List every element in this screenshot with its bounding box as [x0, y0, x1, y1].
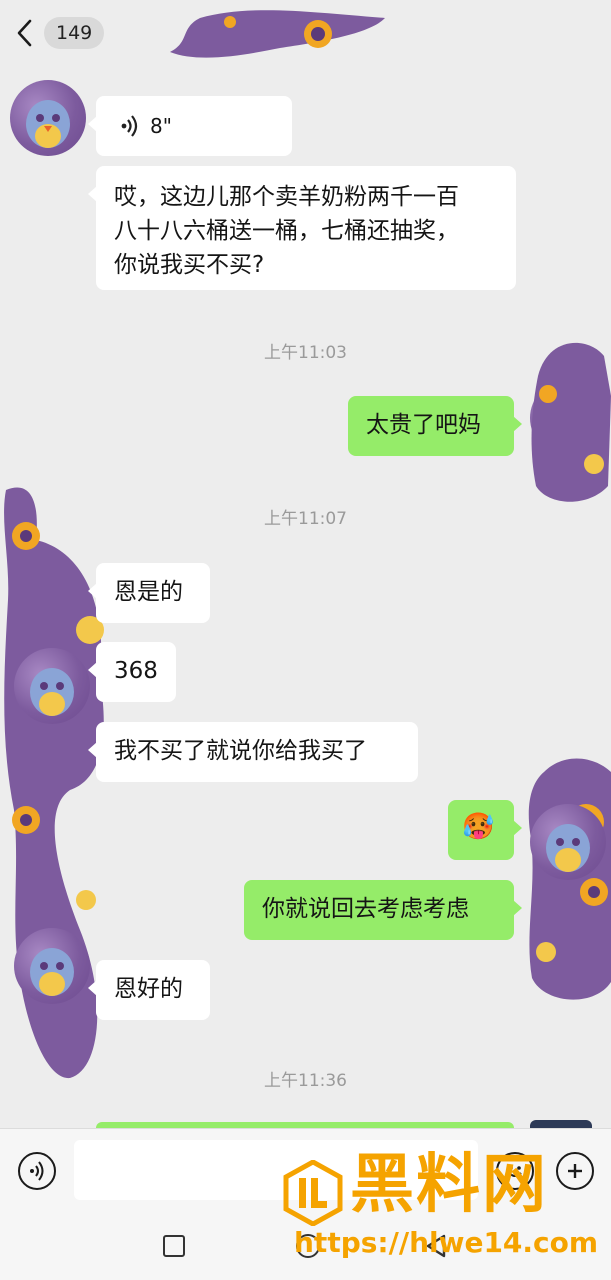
recent-apps-button[interactable]: [163, 1235, 185, 1257]
message-text: 恩是的: [114, 579, 183, 605]
my-avatar[interactable]: [530, 804, 606, 880]
message-bubble[interactable]: 我不买了就说你给我买了: [88, 722, 418, 782]
message-bubble[interactable]: 你就说回去考虑考虑: [244, 880, 522, 940]
voice-wave-icon: [121, 115, 138, 137]
message-text: 你就说回去考虑考虑: [262, 896, 469, 922]
contact-avatar[interactable]: [14, 648, 90, 724]
message-text: 恩好的: [114, 976, 183, 1002]
contact-avatar[interactable]: [10, 80, 86, 156]
voice-wave-icon: [30, 1161, 44, 1181]
timestamp: 上午11:03: [264, 343, 347, 363]
message-bubble[interactable]: 恩好的: [88, 960, 210, 1020]
contact-avatar[interactable]: [14, 928, 90, 1004]
voice-message[interactable]: 8": [88, 96, 292, 156]
message-text-line: 你说我买不买?: [114, 252, 265, 278]
message-text: 我不买了就说你给我买了: [114, 738, 367, 764]
message-text: 368: [114, 658, 158, 684]
message-text-line: 哎，这边儿那个卖羊奶粉两千一百: [114, 184, 459, 210]
message-text-line: 八十八六桶送一桶，七桶还抽奖，: [114, 218, 459, 244]
message-bubble[interactable]: 368: [88, 642, 176, 702]
watermark-logo: [282, 1159, 344, 1227]
contact-name-obscured: [160, 4, 390, 68]
back-button[interactable]: 149: [14, 14, 110, 52]
message-bubble[interactable]: 太贵了吧妈: [348, 396, 522, 456]
message-bubble[interactable]: 🥵: [448, 800, 522, 860]
unread-count-badge: 149: [44, 17, 105, 49]
voice-input-button[interactable]: [18, 1152, 56, 1190]
avatar-scribble: [528, 336, 611, 506]
voice-duration: 8": [150, 114, 172, 138]
more-button[interactable]: [556, 1152, 594, 1190]
chevron-left-icon: [17, 19, 32, 47]
message-text: 太贵了吧妈: [366, 412, 481, 438]
emoji-hot-face: 🥵: [462, 812, 495, 842]
watermark-url: https://hlwe14.com: [294, 1226, 599, 1259]
watermark-title: 黑料网: [350, 1148, 548, 1222]
message-bubble[interactable]: 恩是的: [88, 563, 210, 623]
timestamp: 上午11:36: [264, 1071, 347, 1091]
message-bubble[interactable]: 哎，这边儿那个卖羊奶粉两千一百 八十八六桶送一桶，七桶还抽奖， 你说我买不买?: [88, 166, 516, 290]
plus-icon: [568, 1164, 582, 1178]
